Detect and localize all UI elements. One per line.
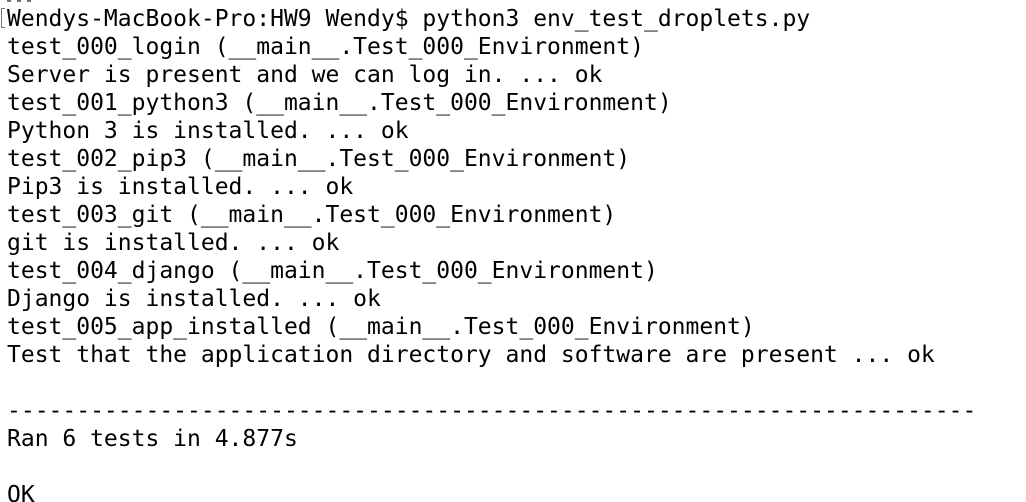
terminal-line-test-001-result: Python 3 is installed. ... ok <box>7 118 409 144</box>
terminal-line-separator: ----------------------------------------… <box>7 398 977 424</box>
terminal-line-test-004: test_004_django (__main__.Test_000_Envir… <box>7 258 658 284</box>
terminal-line-test-001: test_001_python3 (__main__.Test_000_Envi… <box>7 90 672 116</box>
terminal-line-test-005: test_005_app_installed (__main__.Test_00… <box>7 314 755 340</box>
terminal-line-summary: Ran 6 tests in 4.877s <box>7 426 298 452</box>
terminal-line-test-003: test_003_git (__main__.Test_000_Environm… <box>7 202 617 228</box>
clipped-previous-line <box>7 0 47 2</box>
terminal-line-test-002: test_002_pip3 (__main__.Test_000_Environ… <box>7 146 631 172</box>
terminal-window[interactable]: Wendys-MacBook-Pro:HW9 Wendy$ python3 en… <box>0 0 1026 502</box>
terminal-line-test-000: test_000_login (__main__.Test_000_Enviro… <box>7 34 644 60</box>
terminal-line-test-000-result: Server is present and we can log in. ...… <box>7 62 603 88</box>
selection-marker <box>1 8 5 28</box>
terminal-line-test-002-result: Pip3 is installed. ... ok <box>7 174 354 200</box>
terminal-line-test-005-result: Test that the application directory and … <box>7 342 935 368</box>
terminal-line-test-004-result: Django is installed. ... ok <box>7 286 381 312</box>
terminal-line-status: OK <box>7 482 35 502</box>
terminal-line-test-003-result: git is installed. ... ok <box>7 230 340 256</box>
terminal-line-prompt: Wendys-MacBook-Pro:HW9 Wendy$ python3 en… <box>7 6 811 32</box>
